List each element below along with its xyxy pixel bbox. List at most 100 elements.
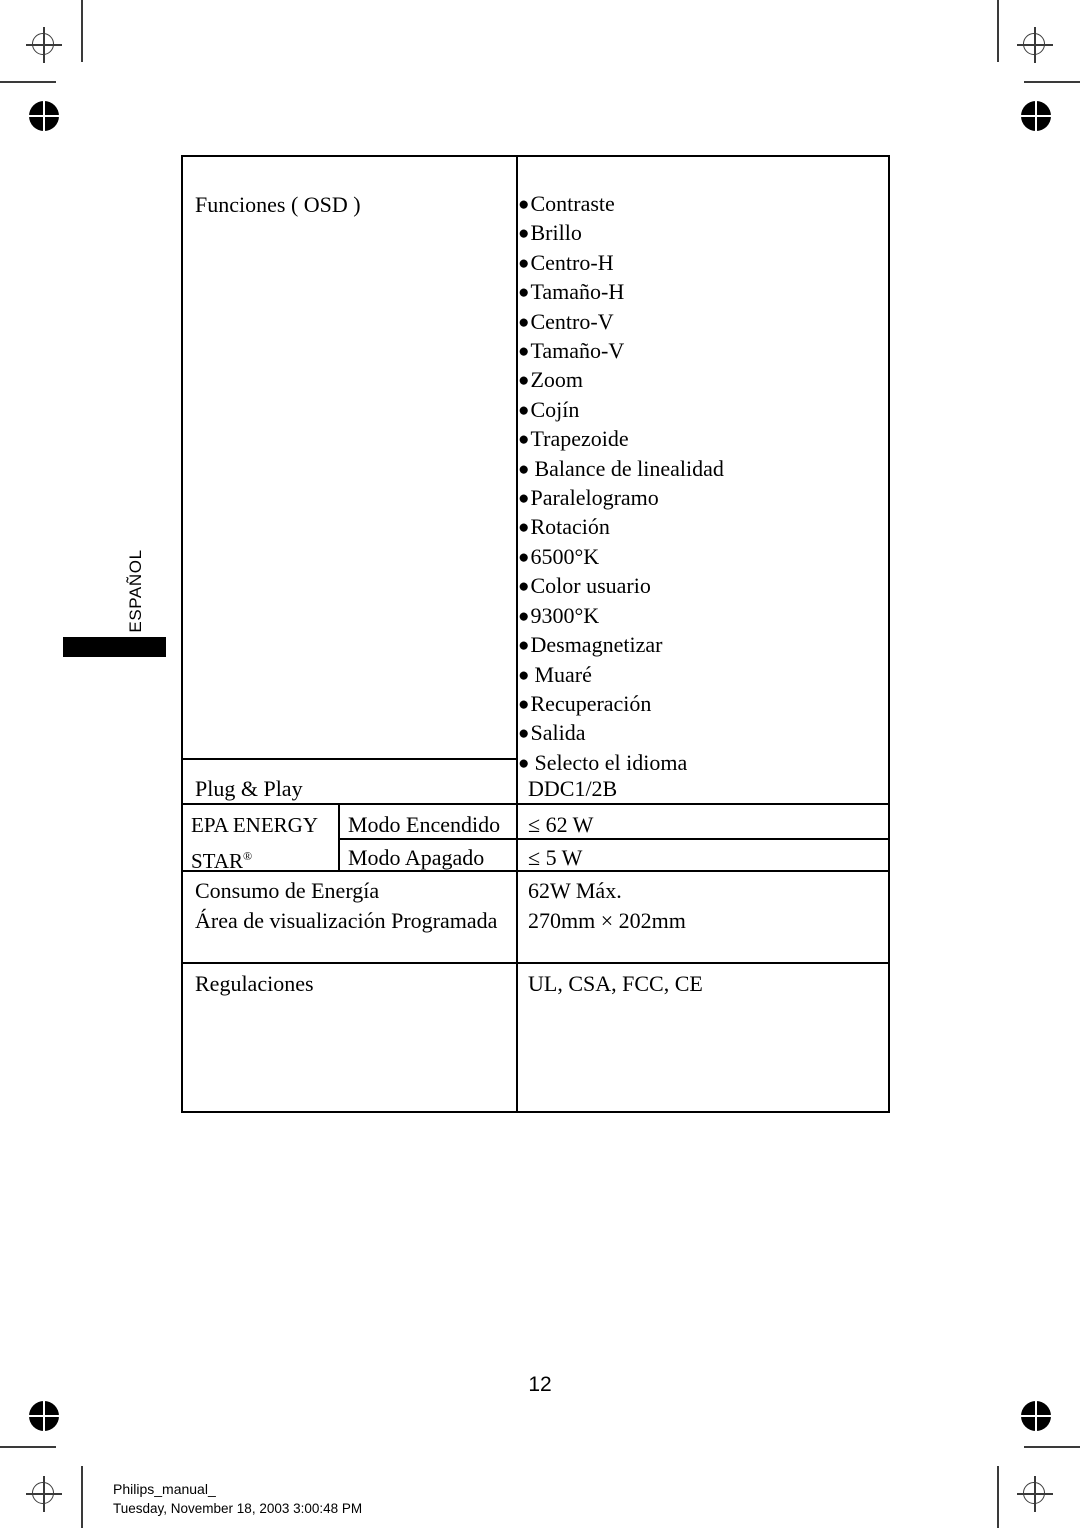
power-label-line2: Área de visualización Programada [195,908,498,933]
osd-label-text: Funciones ( OSD ) [195,192,361,217]
crop-line-bottom-right [997,1466,999,1528]
energystar-label-line1: EPA ENERGY [191,813,318,837]
crop-line-top-left [81,0,83,62]
osd-list-item-label: Brillo [530,220,582,246]
registration-target-icon-top-right [1016,26,1054,64]
registration-target-icon-top-left [25,26,63,64]
osd-list-item: ●Rotación [518,512,888,541]
table-cell-mode-off-label: Modo Apagado [348,843,516,872]
table-row-divider-epa [183,803,888,805]
crop-line-top-right [997,0,999,62]
bullet-icon: ● [518,370,530,392]
power-value-line2: 270mm × 202mm [528,908,686,933]
osd-list-item: ●Centro-H [518,248,888,277]
bullet-icon: ● [518,340,530,362]
osd-list-item: ●Paralelogramo [518,483,888,512]
osd-list-item-label: Balance de linealidad [534,455,724,481]
registration-dot-icon-bottom-left [29,1401,59,1431]
osd-list-item: ●Zoom [518,365,888,394]
osd-list-item: ●Contraste [518,189,888,218]
crop-line-left-top [0,81,56,83]
osd-list-item-label: Recuperación [530,690,652,716]
osd-list-item: ●Desmagnetizar [518,630,888,659]
osd-list-item-label: Centro-V [530,308,614,334]
bullet-icon: ● [518,723,530,745]
osd-list-item: ●Salida [518,718,888,747]
table-cell-energystar-label: EPA ENERGY STAR® [191,810,339,877]
language-tab-bar [63,637,166,657]
bullet-icon: ● [518,252,530,274]
osd-list-item-label: Contraste [530,191,615,216]
osd-list-item: ● Muaré [518,660,888,689]
osd-list-item: ●6500°K [518,542,888,571]
table-cell-plugplay-value: DDC1/2B [528,774,878,803]
osd-list-item: ● Selecto el idioma [518,748,888,777]
mode-on-label-text: Modo Encendido [348,812,501,837]
osd-list-item: ●Tamaño-V [518,336,888,365]
osd-list-item: ● Balance de linealidad [518,454,888,483]
bullet-icon: ● [518,576,530,598]
osd-list-item-label: Tamaño-V [530,338,625,364]
osd-list-item-label: Zoom [530,367,584,393]
osd-list-item-label: Trapezoide [530,426,629,452]
regulations-label-text: Regulaciones [195,971,314,996]
osd-list-item-label: Color usuario [530,573,651,599]
osd-list-item-label: Rotación [530,514,610,540]
regulations-value-text: UL, CSA, FCC, CE [528,971,703,996]
bullet-icon: ● [518,752,530,774]
crop-line-right-bottom [1024,1446,1080,1448]
energystar-label-line2: STAR [191,849,243,873]
crop-line-left-bottom [0,1446,56,1448]
bullet-icon: ● [518,664,530,686]
crop-line-right-top [1024,81,1080,83]
osd-list-item-label: Tamaño-H [530,279,625,305]
bullet-icon: ● [518,487,530,509]
osd-list-item-label: Cojín [530,396,580,422]
mode-off-label-text: Modo Apagado [348,845,485,870]
osd-list-item: ●Brillo [518,218,888,247]
osd-list-item-label: Selecto el idioma [534,749,688,775]
footer-file-name: Philips_manual_ [113,1481,216,1497]
registration-dot-icon-top-left [29,101,59,131]
bullet-icon: ● [518,634,530,656]
bullet-icon: ● [518,282,530,304]
bullet-icon: ● [518,399,530,421]
table-cell-power-label: Consumo de Energía Área de visualización… [195,876,515,936]
table-cell-mode-on-value: ≤ 62 W [528,810,878,839]
mode-off-value-text: ≤ 5 W [528,845,583,870]
osd-list-item: ●Cojín [518,395,888,424]
plugplay-value-text: DDC1/2B [528,776,618,801]
registration-target-icon-bottom-left [25,1475,63,1513]
bullet-icon: ● [518,693,530,715]
footer: Philips_manual_ Tuesday, November 18, 20… [113,1479,362,1519]
bullet-icon: ● [518,311,530,333]
bullet-icon: ● [518,546,530,568]
osd-list-item-label: Centro-H [530,249,614,275]
language-side-tab: ESPAÑOL [122,536,150,646]
footer-timestamp: Tuesday, November 18, 2003 3:00:48 PM [113,1501,363,1516]
osd-list-item: ●Trapezoide [518,424,888,453]
page-number: 12 [528,1373,552,1396]
specifications-table: Funciones ( OSD ) ●Contraste ●Brillo ●Cent… [181,155,890,1113]
power-value-line1: 62W Máx. [528,878,622,903]
plugplay-label-text: Plug & Play [195,776,303,801]
table-cell-mode-off-value: ≤ 5 W [528,843,878,872]
bullet-icon: ● [518,429,530,451]
osd-list-item-label: Paralelogramo [530,485,659,511]
bullet-icon: ● [518,223,530,245]
osd-list-item: ●9300°K [518,601,888,630]
osd-function-list: ●Contraste ●Brillo ●Centro-H ●Tamaño-H ●Cent… [518,189,888,777]
osd-list-item: ●Color usuario [518,571,888,600]
crop-line-bottom-left [81,1466,83,1528]
registration-target-icon-bottom-right [1016,1475,1054,1513]
osd-list-item-label: 6500°K [530,543,600,569]
bullet-icon: ● [518,605,530,627]
osd-list-item: ●Tamaño-H [518,277,888,306]
table-cell-regulations-label: Regulaciones [195,969,510,998]
registered-trademark-icon: ® [243,849,253,863]
energystar-label-line2-wrap: STAR® [191,841,339,877]
language-side-tab-label: ESPAÑOL [126,549,145,633]
registration-dot-icon-bottom-right [1021,1401,1051,1431]
table-cell-plugplay-label: Plug & Play [195,774,510,803]
osd-list-item-label: Salida [530,720,586,746]
